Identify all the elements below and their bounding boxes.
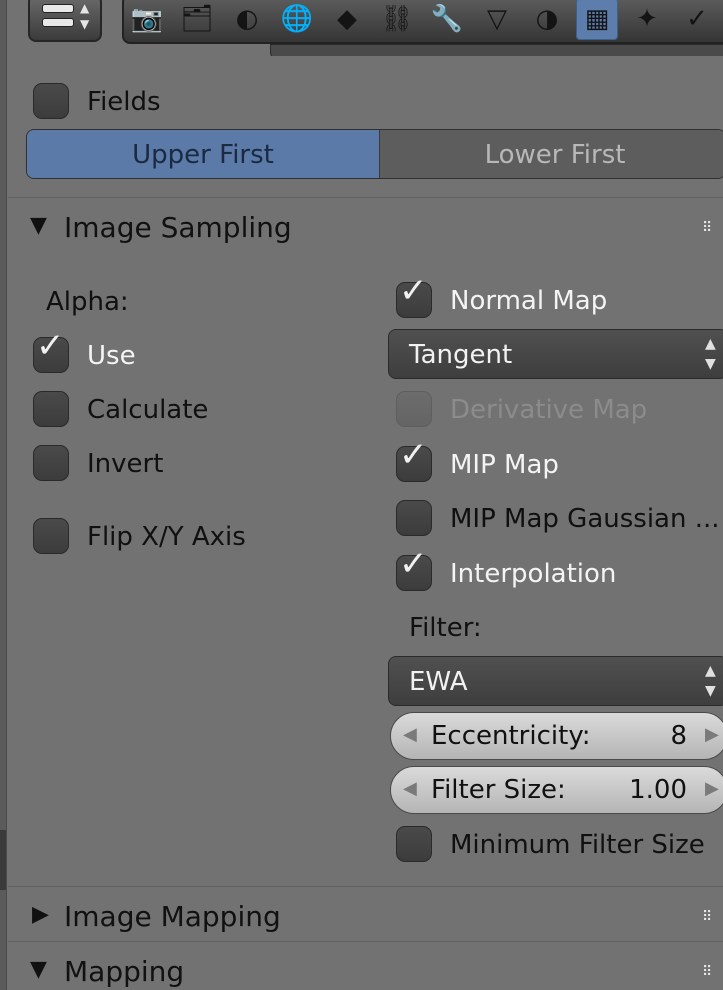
particles-icon[interactable]: ✦ <box>626 0 668 40</box>
mapping-title: Mapping <box>64 955 185 988</box>
mip-map-checkbox[interactable]: ✓ <box>396 435 432 482</box>
checkmark-icon: ✓ <box>399 544 428 584</box>
divider <box>8 941 723 942</box>
decrement-arrow-icon[interactable]: ◀ <box>403 778 417 799</box>
image-mapping-title: Image Mapping <box>64 900 281 933</box>
material-icon[interactable]: ◑ <box>526 0 568 40</box>
filter-size-label: Filter Size: <box>431 775 566 805</box>
interpolation-checkbox[interactable]: ✓ <box>396 544 432 591</box>
filter-type-value: EWA <box>409 667 468 697</box>
normal-map-checkbox[interactable]: ✓ <box>396 271 432 318</box>
increment-arrow-icon[interactable]: ▶ <box>705 724 719 745</box>
filter-size-field[interactable]: ◀ Filter Size: 1.00 ▶ <box>390 766 723 814</box>
filter-size-value: 1.00 <box>629 775 687 805</box>
image-mapping-header[interactable]: ▶ Image Mapping ⠿ <box>30 899 720 935</box>
use-alpha-label: Use <box>87 341 136 371</box>
up-down-arrows-icon: ▲ ▼ <box>705 663 716 699</box>
invert-alpha-label: Invert <box>87 449 164 479</box>
texture-checker-icon[interactable]: ▦ <box>576 0 618 40</box>
editor-type-button[interactable]: ▲ ▼ <box>28 0 102 42</box>
editor-type-menu-icon <box>42 4 74 13</box>
upper-first-button[interactable]: Upper First <box>27 130 379 178</box>
checkmark-icon: ✓ <box>399 271 428 311</box>
normal-map-label: Normal Map <box>450 286 608 316</box>
eccentricity-value: 8 <box>670 721 687 751</box>
minimum-filter-size-checkbox[interactable] <box>396 826 432 862</box>
drag-grip-icon[interactable]: ⠿ <box>702 964 712 980</box>
alpha-label: Alpha: <box>46 287 129 317</box>
scene-icon[interactable]: ◐ <box>226 0 268 40</box>
drag-grip-icon[interactable]: ⠿ <box>702 909 712 925</box>
mip-map-gaussian-checkbox[interactable] <box>396 500 432 536</box>
mapping-header[interactable]: ▼ Mapping ⠿ <box>30 954 720 990</box>
interpolation-label: Interpolation <box>450 559 617 589</box>
field-order-toggle: Upper First Lower First <box>26 129 723 179</box>
derivative-map-checkbox[interactable] <box>396 391 432 427</box>
expand-triangle-icon: ▼ <box>30 957 47 982</box>
expand-triangle-icon: ▼ <box>30 213 47 238</box>
checkmark-icon: ✓ <box>399 435 428 475</box>
minimum-filter-size-label: Minimum Filter Size <box>450 830 705 860</box>
object-icon[interactable]: ◆ <box>326 0 368 40</box>
fields-label: Fields <box>87 87 161 117</box>
normal-space-value: Tangent <box>409 340 513 370</box>
up-down-arrows-icon: ▲ ▼ <box>705 336 716 372</box>
mip-map-gaussian-label: MIP Map Gaussian ... <box>450 504 720 534</box>
invert-alpha-checkbox[interactable] <box>33 445 69 481</box>
divider <box>8 886 723 887</box>
image-sampling-title: Image Sampling <box>64 211 292 244</box>
fields-checkbox[interactable] <box>33 83 69 119</box>
decrement-arrow-icon[interactable]: ◀ <box>403 724 417 745</box>
eccentricity-field[interactable]: ◀ Eccentricity: 8 ▶ <box>390 712 723 760</box>
use-alpha-checkbox[interactable]: ✓ <box>33 326 69 373</box>
drag-grip-icon[interactable]: ⠿ <box>702 220 712 236</box>
properties-context-tabs: 📷 🗂 ◐ 🌐 ◆ ⛓ 🔧 ▽ ◑ ▦ ✦ ✓ <box>122 0 723 44</box>
calculate-alpha-label: Calculate <box>87 395 209 425</box>
image-sampling-header[interactable]: ▼ Image Sampling ⠿ <box>30 210 720 246</box>
filter-type-dropdown[interactable]: EWA ▲ ▼ <box>388 656 723 706</box>
increment-arrow-icon[interactable]: ▶ <box>705 778 719 799</box>
chevron-up-icon: ▲ <box>80 1 90 15</box>
normal-space-dropdown[interactable]: Tangent ▲ ▼ <box>388 329 723 379</box>
filter-label: Filter: <box>409 613 482 643</box>
physics-icon[interactable]: ✓ <box>676 0 718 40</box>
collapsed-triangle-icon: ▶ <box>32 902 49 927</box>
constraints-icon[interactable]: ⛓ <box>376 0 418 40</box>
object-data-icon[interactable]: ▽ <box>476 0 518 40</box>
area-edge <box>0 0 7 990</box>
eccentricity-label: Eccentricity: <box>431 721 591 751</box>
render-camera-icon[interactable]: 📷 <box>126 0 168 40</box>
modifiers-wrench-icon[interactable]: 🔧 <box>426 0 468 40</box>
world-icon[interactable]: 🌐 <box>276 0 318 40</box>
derivative-map-label: Derivative Map <box>450 395 648 425</box>
mip-map-label: MIP Map <box>450 450 559 480</box>
chevron-down-icon: ▼ <box>80 17 90 31</box>
render-layers-icon[interactable]: 🗂 <box>176 0 218 40</box>
calculate-alpha-checkbox[interactable] <box>33 391 69 427</box>
checkmark-icon: ✓ <box>36 326 65 366</box>
flip-axis-label: Flip X/Y Axis <box>87 522 246 552</box>
divider <box>8 197 723 198</box>
lower-first-button[interactable]: Lower First <box>379 130 723 178</box>
flip-axis-checkbox[interactable] <box>33 518 69 554</box>
